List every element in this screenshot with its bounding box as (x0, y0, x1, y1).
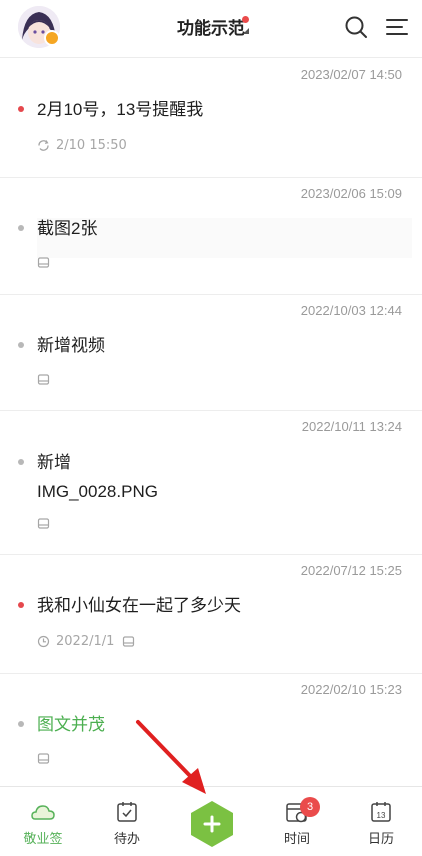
tab-label: 日历 (367, 832, 394, 847)
note-title-line: 新增 (37, 453, 71, 472)
tab-time[interactable]: 3 时间 (262, 787, 332, 856)
note-title: 新增视频 (37, 336, 105, 355)
note-item[interactable]: 2023/02/07 14:50 2月10号，13号提醒我 2/10 15:50 (0, 59, 422, 178)
add-button[interactable] (189, 800, 235, 848)
tab-calendar[interactable]: 13 日历 (346, 787, 416, 856)
repeat-reminder-icon (38, 140, 49, 151)
note-meta: 2/10 15:50 (37, 138, 127, 153)
unread-dot-icon (242, 16, 249, 23)
red-bullet-icon (18, 602, 24, 608)
tab-label: 待办 (113, 832, 140, 847)
note-item[interactable]: 2022/10/03 12:44 新增视频 (0, 295, 422, 411)
note-timestamp: 2022/10/11 13:24 (301, 419, 402, 434)
note-meta (37, 517, 56, 530)
note-title-line: IMG_0028.PNG (37, 482, 158, 501)
search-icon[interactable] (343, 14, 369, 40)
app-header: 功能示范 (0, 0, 422, 58)
note-timestamp: 2022/07/12 15:25 (300, 563, 402, 578)
attachment-icon (37, 374, 50, 385)
note-timestamp: 2022/02/10 15:23 (300, 682, 402, 697)
gray-bullet-icon (18, 225, 24, 231)
note-meta (37, 373, 56, 386)
note-timestamp: 2022/10/03 12:44 (300, 303, 402, 318)
todo-check-icon (117, 802, 137, 822)
calendar-day: 13 (377, 811, 386, 820)
page-title[interactable]: 功能示范 (177, 19, 245, 39)
tab-label: 时间 (283, 832, 310, 847)
note-item[interactable]: 2022/02/10 15:23 图文并茂 (0, 674, 422, 782)
note-title: 截图2张 (37, 219, 98, 238)
dropdown-corner-icon (243, 28, 249, 34)
note-title: 我和小仙女在一起了多少天 (37, 596, 241, 615)
anniversary-date: 2022/1/1 (56, 634, 115, 649)
reminder-time: 2/10 15:50 (56, 138, 127, 153)
attachment-icon (37, 257, 50, 268)
tab-todo[interactable]: 待办 (92, 787, 162, 856)
note-item[interactable]: 2022/10/11 13:24 新增 IMG_0028.PNG (0, 411, 422, 555)
red-bullet-icon (18, 106, 24, 112)
note-meta (37, 256, 56, 269)
note-list: 2023/02/07 14:50 2月10号，13号提醒我 2/10 15:50… (0, 59, 422, 782)
calendar-icon: 13 (371, 802, 391, 822)
attachment-icon (123, 636, 135, 647)
clock-icon (37, 635, 50, 648)
attachment-icon (37, 518, 50, 529)
gray-bullet-icon (18, 721, 24, 727)
cloud-icon (31, 805, 55, 820)
note-timestamp: 2023/02/06 15:09 (300, 186, 402, 201)
note-title: 图文并茂 (37, 715, 105, 734)
note-item[interactable]: 2022/07/12 15:25 我和小仙女在一起了多少天 2022/1/1 (0, 555, 422, 674)
note-title: 2月10号，13号提醒我 (37, 100, 204, 119)
note-timestamp: 2023/02/07 14:50 (300, 67, 402, 82)
note-meta (37, 752, 56, 765)
gray-bullet-icon (18, 342, 24, 348)
note-item[interactable]: 2023/02/06 15:09 截图2张 (0, 178, 422, 295)
note-meta: 2022/1/1 (37, 634, 141, 649)
notification-badge: 3 (300, 797, 320, 817)
attachment-icon (37, 753, 50, 764)
tab-label: 敬业签 (23, 832, 63, 847)
tab-jingyeqian[interactable]: 敬业签 (8, 787, 78, 856)
gray-bullet-icon (18, 459, 24, 465)
menu-icon[interactable] (384, 14, 410, 40)
